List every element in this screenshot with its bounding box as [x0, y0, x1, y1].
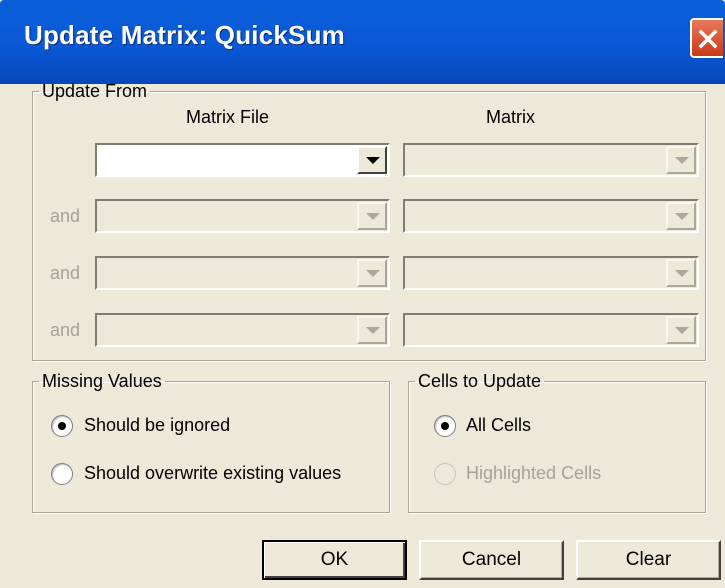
should-be-ignored-radio[interactable]: [51, 415, 73, 437]
ok-button[interactable]: OK: [262, 540, 407, 580]
and-label-3: and: [50, 263, 81, 283]
window-title: Update Matrix: QuickSum: [24, 20, 345, 50]
dropdown-arrow-button[interactable]: [666, 202, 696, 230]
chevron-down-icon: [366, 327, 380, 334]
matrix-select-4[interactable]: [403, 313, 699, 347]
should-overwrite-label[interactable]: Should overwrite existing values: [84, 463, 341, 484]
chevron-down-icon: [675, 213, 689, 220]
matrix-file-select-1[interactable]: [95, 143, 390, 177]
matrix-select-3[interactable]: [403, 256, 699, 290]
update-from-legend: Update From: [42, 81, 148, 101]
chevron-down-icon: [366, 270, 380, 277]
dropdown-arrow-button[interactable]: [357, 146, 387, 174]
chevron-down-icon: [675, 270, 689, 277]
close-icon: [698, 29, 718, 49]
highlighted-cells-radio[interactable]: [434, 463, 456, 485]
close-button[interactable]: [690, 18, 723, 58]
cancel-button[interactable]: Cancel: [419, 540, 564, 580]
matrix-select-2[interactable]: [403, 199, 699, 233]
matrix-file-select-4[interactable]: [95, 313, 390, 347]
dialog-body: Update From Matrix File Matrix and and a…: [0, 81, 725, 588]
chevron-down-icon: [366, 213, 380, 220]
all-cells-label[interactable]: All Cells: [466, 415, 531, 436]
all-cells-radio[interactable]: [434, 415, 456, 437]
chevron-down-icon: [675, 157, 689, 164]
matrix-column-header: Matrix: [486, 107, 535, 127]
matrix-file-column-header: Matrix File: [186, 107, 270, 127]
dropdown-arrow-button[interactable]: [666, 146, 696, 174]
should-be-ignored-label[interactable]: Should be ignored: [84, 415, 230, 436]
dropdown-arrow-button[interactable]: [666, 259, 696, 287]
dropdown-arrow-button[interactable]: [357, 259, 387, 287]
cells-to-update-legend: Cells to Update: [418, 371, 542, 391]
title-bar: Update Matrix: QuickSum: [0, 0, 725, 84]
and-label-4: and: [50, 320, 81, 340]
dropdown-arrow-button[interactable]: [357, 202, 387, 230]
dropdown-arrow-button[interactable]: [666, 316, 696, 344]
and-label-2: and: [50, 206, 81, 226]
radio-selected-dot: [58, 422, 66, 430]
matrix-select-1[interactable]: [403, 143, 699, 177]
dropdown-arrow-button[interactable]: [357, 316, 387, 344]
highlighted-cells-label[interactable]: Highlighted Cells: [466, 463, 601, 484]
should-overwrite-radio[interactable]: [51, 463, 73, 485]
chevron-down-icon: [675, 327, 689, 334]
cells-to-update-group: Cells to Update: [408, 371, 706, 513]
matrix-file-select-2[interactable]: [95, 199, 390, 233]
chevron-down-icon: [366, 157, 380, 164]
matrix-file-select-3[interactable]: [95, 256, 390, 290]
radio-selected-dot: [441, 422, 449, 430]
missing-values-group: Missing Values: [32, 371, 390, 513]
missing-values-legend: Missing Values: [42, 371, 162, 391]
clear-button[interactable]: Clear: [576, 540, 721, 580]
